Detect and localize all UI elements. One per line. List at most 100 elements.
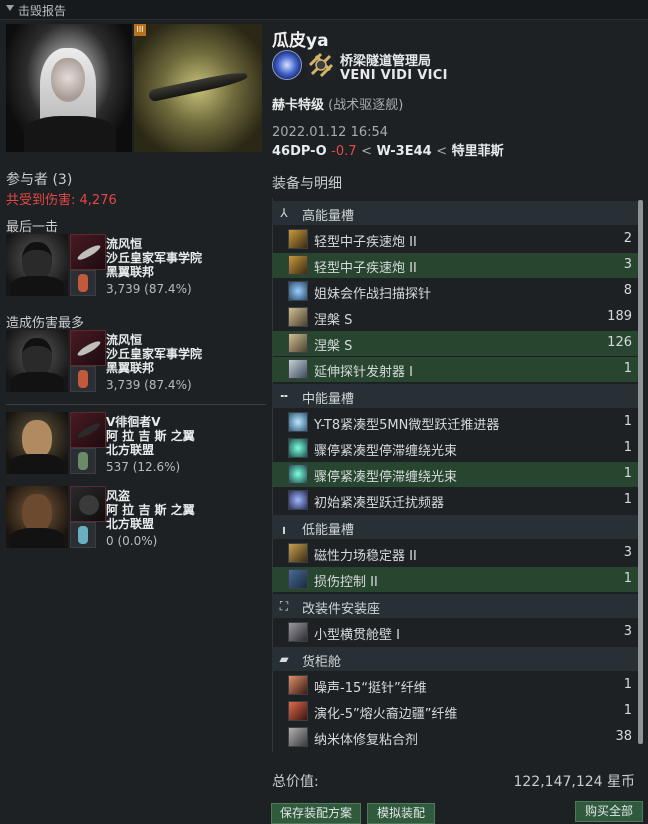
attacker-portrait[interactable] [6, 412, 68, 474]
fit-item-row[interactable]: 轻型中子疾速炮 II 2 [272, 227, 638, 252]
kill-time: 2022.01.12 16:54 [272, 125, 389, 140]
fit-item-row[interactable]: 涅槃 S 126 [272, 331, 638, 356]
fitting-title: 装备与明细 [272, 176, 342, 192]
victim-alliance[interactable]: VENI VIDI VICI [340, 68, 448, 83]
region-link[interactable]: 特里菲斯 [452, 144, 504, 159]
kill-location: 46DP-O -0.7 < W-3E44 < 特里菲斯 [272, 140, 504, 159]
attacker-alliance[interactable]: 黑翼联邦 [106, 359, 154, 376]
total-value: 122,147,124 星币 [513, 774, 635, 790]
ship-name[interactable]: 赫卡特级 [272, 98, 324, 113]
attacker-row[interactable]: 风盗 阿 拉 吉 斯 之翼 北方联盟 0 (0.0%) [6, 486, 264, 550]
fit-item-row[interactable]: 损伤控制 II 1 [272, 567, 638, 592]
ammo-icon [288, 333, 308, 353]
rig-icon [288, 622, 308, 642]
fit-item-row[interactable]: 涅槃 S 189 [272, 305, 638, 330]
collapse-caret-icon[interactable] [6, 5, 14, 11]
attacker-weapon-icon[interactable] [70, 270, 96, 296]
item-qty: 189 [607, 309, 632, 324]
attacker-weapon-icon[interactable] [70, 366, 96, 392]
warp-scrambler-icon [288, 490, 308, 510]
damage-control-icon [288, 569, 308, 589]
fit-item-row[interactable]: 骤停紧凑型停滞缠绕光束 1 [272, 436, 638, 461]
total-damage-label: 共受到伤害: [6, 193, 76, 208]
fit-item-row[interactable]: 初始紧凑型跃迁扰频器 1 [272, 488, 638, 513]
fit-item-row[interactable]: 噪声-15“挺针”纤维 1 [272, 673, 638, 698]
autocannon-icon [288, 229, 308, 249]
scan-probe-icon [288, 281, 308, 301]
item-qty: 3 [623, 257, 632, 272]
item-name: 骤停紧凑型停滞缠绕光束 [314, 444, 458, 459]
attacker-alliance[interactable]: 黑翼联邦 [106, 263, 154, 280]
fit-item-row[interactable]: 纳米体修复粘合剂 38 [272, 725, 638, 750]
attacker-alliance[interactable]: 北方联盟 [106, 515, 154, 532]
attacker-portrait[interactable] [6, 234, 68, 296]
item-name: 初始紧凑型跃迁扰频器 [314, 496, 445, 511]
fit-item-row[interactable]: 演化-5”熔火裔边疆”纤维 1 [272, 699, 638, 724]
buy-all-button[interactable]: 购买全部 [575, 801, 643, 822]
total-value-label: 总价值: [272, 774, 319, 790]
item-qty: 1 [623, 361, 632, 376]
item-qty: 1 [623, 571, 632, 586]
fit-item-row[interactable]: 小型横贯舱壁 I 3 [272, 620, 638, 645]
ship-class: (战术驱逐舰) [328, 98, 404, 113]
victim-ship-image[interactable]: III [134, 24, 262, 152]
attacker-ship-icon[interactable] [70, 330, 106, 366]
attacker-damage: 537 (12.6%) [106, 460, 181, 474]
victim-corporation[interactable]: 桥梁隧道管理局 [340, 50, 431, 69]
attacker-alliance[interactable]: 北方联盟 [106, 441, 154, 458]
attacker-top-damage[interactable]: 流风恒 沙丘皇家军事学院 黑翼联邦 3,739 (87.4%) [6, 330, 264, 394]
attacker-weapon-icon[interactable] [70, 522, 96, 548]
participants-divider [6, 404, 266, 405]
attacker-ship-icon[interactable] [70, 412, 106, 448]
save-fit-button[interactable]: 保存装配方案 [271, 803, 361, 824]
window-title: 击毁报告 [18, 4, 67, 18]
attacker-final-blow[interactable]: 流风恒 沙丘皇家军事学院 黑翼联邦 3,739 (87.4%) [6, 234, 264, 298]
group-cargo[interactable]: ▰ 货柜舱 [272, 647, 638, 671]
constellation-link[interactable]: W-3E44 [377, 144, 432, 159]
attacker-weapon-icon[interactable] [70, 448, 96, 474]
group-rig-slots[interactable]: ⛶ 改装件安装座 [272, 594, 638, 618]
item-name: 噪声-15“挺针”纤维 [314, 681, 427, 696]
item-name: 损伤控制 II [314, 575, 378, 590]
fit-item-row[interactable]: Y-T8紧凑型5MN微型跃迁推进器 1 [272, 410, 638, 435]
group-label: 低能量槽 [302, 523, 355, 538]
attacker-damage: 3,739 (87.4%) [106, 378, 192, 392]
attacker-portrait[interactable] [6, 330, 68, 392]
gyrostabilizer-icon [288, 543, 308, 563]
group-high-slots[interactable]: ⅄ 高能量槽 [272, 201, 638, 225]
item-qty: 38 [615, 729, 632, 744]
fit-item-row[interactable]: 骤停紧凑型停滞缠绕光束 1 [272, 462, 638, 487]
fit-item-row[interactable]: 磁性力场稳定器 II 3 [272, 541, 638, 566]
fit-item-row[interactable]: 姐妹会作战扫描探针 8 [272, 279, 638, 304]
simulate-fit-button[interactable]: 模拟装配 [367, 803, 435, 824]
solar-system-link[interactable]: 46DP-O [272, 144, 327, 159]
item-qty: 1 [623, 677, 632, 692]
attacker-row[interactable]: V徘徊者V 阿 拉 吉 斯 之翼 北方联盟 537 (12.6%) [6, 412, 264, 476]
fit-item-row[interactable]: 延伸探针发射器 I 1 [272, 357, 638, 382]
alliance-logo-icon[interactable] [306, 50, 336, 80]
victim-portrait[interactable] [6, 24, 132, 152]
corporation-logo-icon[interactable] [272, 50, 302, 80]
group-low-slots[interactable]: ╻ 低能量槽 [272, 515, 638, 539]
fitting-scrollbar[interactable] [638, 200, 643, 744]
stasis-web-icon [288, 464, 308, 484]
item-qty: 1 [623, 492, 632, 507]
attacker-ship-icon[interactable] [70, 486, 106, 522]
item-name: 骤停紧凑型停滞缠绕光束 [314, 470, 458, 485]
location-separator: < [436, 144, 448, 159]
victim-name[interactable]: 瓜皮ya [272, 26, 329, 51]
item-name: 纳米体修复粘合剂 [314, 733, 419, 748]
group-mid-slots[interactable]: ╍ 中能量槽 [272, 384, 638, 408]
item-qty: 1 [623, 440, 632, 455]
attacker-portrait[interactable] [6, 486, 68, 548]
mid-slot-icon: ╍ [280, 389, 288, 403]
high-slot-icon: ⅄ [280, 206, 288, 220]
item-name: 延伸探针发射器 I [314, 365, 413, 380]
item-qty: 8 [623, 283, 632, 298]
victim-ship-line: 赫卡特级 (战术驱逐舰) [272, 94, 403, 113]
item-name: 磁性力场稳定器 II [314, 549, 417, 564]
fit-item-row[interactable]: 轻型中子疾速炮 II 3 [272, 253, 638, 278]
booster-icon [288, 675, 308, 695]
attacker-damage: 3,739 (87.4%) [106, 282, 192, 296]
attacker-ship-icon[interactable] [70, 234, 106, 270]
